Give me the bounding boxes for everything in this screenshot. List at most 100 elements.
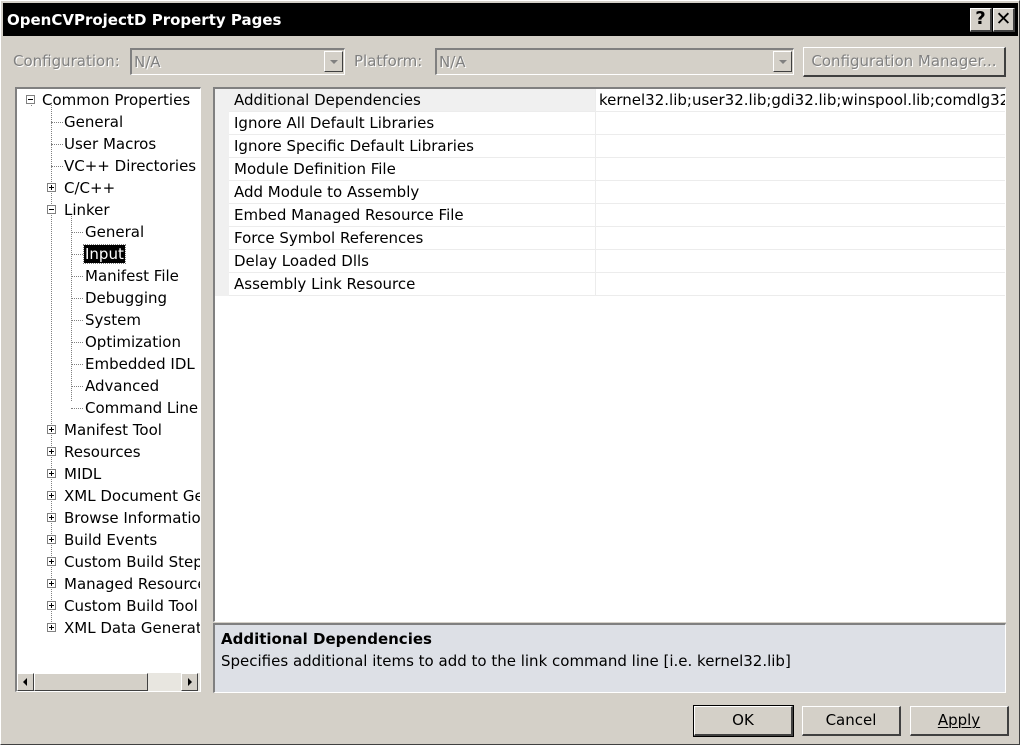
tree-item-midl[interactable]: MIDL — [63, 463, 102, 485]
tree-item-manifest-file[interactable]: Manifest File — [84, 265, 180, 287]
apply-button[interactable]: Apply — [910, 706, 1009, 736]
property-name[interactable]: Force Symbol References — [229, 227, 596, 250]
tree-item-xml-data-generator-tool[interactable]: XML Data Generator Tool — [63, 617, 200, 639]
configuration-manager-button[interactable]: Configuration Manager... — [803, 47, 1006, 77]
tree-horizontal-scrollbar[interactable] — [17, 673, 200, 691]
tree-item-command-line[interactable]: Command Line — [84, 397, 199, 419]
tree-item-linker-general[interactable]: General — [84, 221, 145, 243]
tree-connector — [71, 320, 83, 321]
tree-connector — [71, 276, 83, 277]
expand-icon[interactable] — [47, 557, 56, 566]
expand-icon[interactable] — [47, 425, 56, 434]
close-button[interactable]: ✕ — [993, 8, 1015, 32]
platform-label: Platform: — [354, 52, 423, 70]
tree-item-vc-directories[interactable]: VC++ Directories — [63, 155, 197, 177]
property-name[interactable]: Embed Managed Resource File — [229, 204, 596, 227]
tree-item-embedded-idl[interactable]: Embedded IDL — [84, 353, 196, 375]
property-name[interactable]: Delay Loaded Dlls — [229, 250, 596, 273]
tree-item-linker[interactable]: Linker — [63, 199, 111, 221]
collapse-icon[interactable] — [26, 95, 35, 104]
apply-label: Apply — [937, 711, 981, 729]
expand-icon[interactable] — [47, 601, 56, 610]
expand-icon[interactable] — [47, 491, 56, 500]
expand-icon[interactable] — [47, 535, 56, 544]
grid-row-additional-dependencies[interactable]: Additional Dependencies kernel32.lib;use… — [215, 89, 1005, 112]
tree-item-common-properties[interactable]: Common Properties — [41, 89, 191, 111]
grid-row-force-symbol-references[interactable]: Force Symbol References — [215, 227, 1005, 250]
configuration-label: Configuration: — [13, 52, 120, 70]
tree-item-user-macros[interactable]: User Macros — [63, 133, 157, 155]
property-name[interactable]: Assembly Link Resource — [229, 273, 596, 296]
tree-item-general[interactable]: General — [63, 111, 124, 133]
grid-row-assembly-link-resource[interactable]: Assembly Link Resource — [215, 273, 1005, 296]
grid-row-delay-loaded-dlls[interactable]: Delay Loaded Dlls — [215, 250, 1005, 273]
property-value[interactable] — [596, 181, 1005, 204]
tree-connector — [71, 386, 83, 387]
tree-item-custom-build-step[interactable]: Custom Build Step — [63, 551, 200, 573]
property-name[interactable]: Ignore Specific Default Libraries — [229, 135, 596, 158]
tree-item-system[interactable]: System — [84, 309, 142, 331]
property-value[interactable] — [596, 250, 1005, 273]
help-icon: ? — [975, 8, 986, 29]
tree-connector — [71, 298, 83, 299]
tree-item-debugging[interactable]: Debugging — [84, 287, 168, 309]
window-title: OpenCVProjectD Property Pages — [7, 11, 282, 29]
platform-dropdown[interactable]: N/A — [435, 48, 794, 75]
expand-icon[interactable] — [47, 513, 56, 522]
expand-icon[interactable] — [47, 579, 56, 588]
expand-icon[interactable] — [47, 447, 56, 456]
tree-connector — [71, 408, 83, 409]
scroll-thumb[interactable] — [34, 673, 148, 691]
tree-item-c-cpp[interactable]: C/C++ — [63, 177, 116, 199]
property-tree[interactable]: Common Properties General User Macros VC… — [15, 87, 201, 692]
property-name[interactable]: Ignore All Default Libraries — [229, 112, 596, 135]
tree-item-managed-resources[interactable]: Managed Resources — [63, 573, 200, 595]
property-name[interactable]: Additional Dependencies — [229, 89, 596, 112]
tree-item-linker-input[interactable]: Input — [83, 243, 126, 265]
platform-value: N/A — [439, 53, 466, 71]
property-value[interactable] — [596, 112, 1005, 135]
grid-row-add-module-to-assembly[interactable]: Add Module to Assembly — [215, 181, 1005, 204]
description-title: Additional Dependencies — [221, 630, 432, 648]
property-value[interactable] — [596, 135, 1005, 158]
chevron-down-icon[interactable] — [324, 51, 343, 72]
configuration-dropdown[interactable]: N/A — [130, 48, 345, 75]
tree-connector — [51, 166, 63, 167]
property-value[interactable] — [596, 273, 1005, 296]
scroll-left-icon[interactable] — [17, 673, 34, 691]
collapse-icon[interactable] — [47, 205, 56, 214]
property-value[interactable] — [596, 204, 1005, 227]
tree-connector — [71, 232, 83, 233]
scroll-right-icon[interactable] — [181, 673, 198, 691]
tree-item-resources[interactable]: Resources — [63, 441, 142, 463]
tree-item-build-events[interactable]: Build Events — [63, 529, 158, 551]
tree-item-advanced[interactable]: Advanced — [84, 375, 160, 397]
property-value[interactable] — [596, 158, 1005, 181]
grid-row-module-definition-file[interactable]: Module Definition File — [215, 158, 1005, 181]
ok-button[interactable]: OK — [693, 705, 794, 737]
expand-icon[interactable] — [47, 183, 56, 192]
grid-row-ignore-all-default-libraries[interactable]: Ignore All Default Libraries — [215, 112, 1005, 135]
property-name[interactable]: Module Definition File — [229, 158, 596, 181]
chevron-down-icon[interactable] — [773, 51, 792, 72]
description-panel: Additional Dependencies Specifies additi… — [213, 623, 1006, 693]
help-button[interactable]: ? — [970, 8, 992, 32]
expand-icon[interactable] — [47, 623, 56, 632]
grid-row-embed-managed-resource-file[interactable]: Embed Managed Resource File — [215, 204, 1005, 227]
grid-row-ignore-specific-default-libraries[interactable]: Ignore Specific Default Libraries — [215, 135, 1005, 158]
close-icon: ✕ — [995, 8, 1012, 30]
tree-item-browse-information[interactable]: Browse Information — [63, 507, 200, 529]
tree-item-optimization[interactable]: Optimization — [84, 331, 182, 353]
property-value[interactable]: kernel32.lib;user32.lib;gdi32.lib;winspo… — [596, 89, 1005, 112]
property-name[interactable]: Add Module to Assembly — [229, 181, 596, 204]
tree-item-manifest-tool[interactable]: Manifest Tool — [63, 419, 163, 441]
title-bar[interactable]: OpenCVProjectD Property Pages ? ✕ — [3, 3, 1018, 36]
tree-connector — [71, 342, 83, 343]
tree-item-custom-build-tool[interactable]: Custom Build Tool — [63, 595, 199, 617]
tree-connector — [31, 105, 32, 106]
tree-connector — [51, 144, 63, 145]
tree-item-xml-document-generator[interactable]: XML Document Generator — [63, 485, 200, 507]
cancel-button[interactable]: Cancel — [802, 706, 901, 736]
property-value[interactable] — [596, 227, 1005, 250]
expand-icon[interactable] — [47, 469, 56, 478]
